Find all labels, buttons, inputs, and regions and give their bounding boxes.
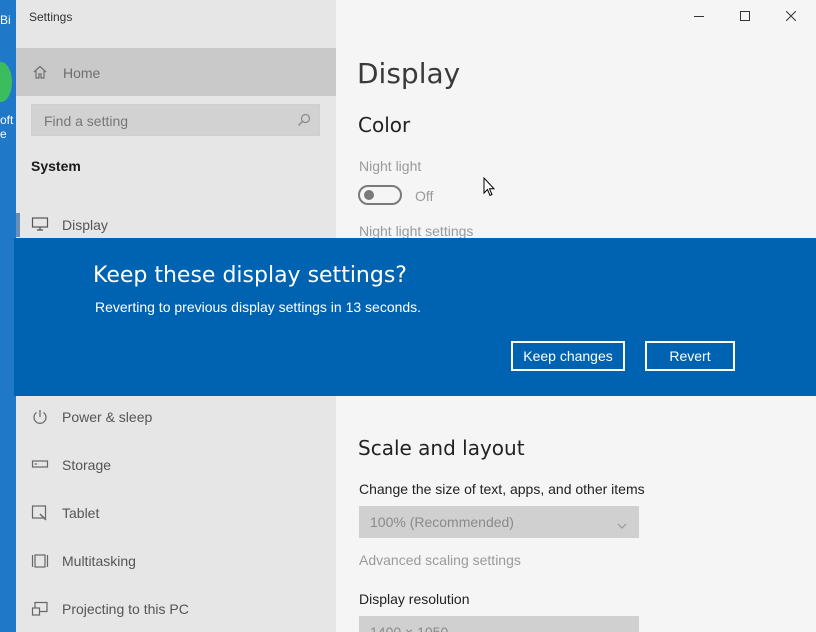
night-light-settings-link[interactable]: Night light settings xyxy=(359,223,473,239)
sidebar-item-storage[interactable]: Storage xyxy=(16,445,336,485)
desktop-app-icon[interactable] xyxy=(0,62,12,102)
sidebar-item-tablet[interactable]: Tablet xyxy=(16,493,336,533)
night-light-label: Night light xyxy=(359,158,422,174)
revert-button[interactable]: Revert xyxy=(645,341,735,371)
close-icon xyxy=(786,11,796,21)
tablet-icon xyxy=(31,504,49,527)
multitasking-icon xyxy=(31,552,49,575)
sidebar-section-title: System xyxy=(31,158,81,174)
dialog-title: Keep these display settings? xyxy=(93,263,407,288)
chevron-down-icon xyxy=(617,517,627,535)
title-bar[interactable]: Settings xyxy=(16,0,816,34)
desktop-icon-label: Bi xyxy=(0,13,11,27)
scale-value: 100% (Recommended) xyxy=(370,514,514,530)
dialog-message: Reverting to previous display settings i… xyxy=(95,299,422,315)
search-placeholder: Find a setting xyxy=(44,113,129,129)
resolution-label: Display resolution xyxy=(359,591,470,607)
sidebar-item-label: Multitasking xyxy=(62,553,136,569)
keep-changes-button[interactable]: Keep changes xyxy=(511,341,625,371)
sidebar-item-label: Tablet xyxy=(62,505,100,521)
advanced-scaling-link[interactable]: Advanced scaling settings xyxy=(359,552,521,568)
mouse-pointer-icon xyxy=(483,176,496,202)
sidebar-item-label: Projecting to this PC xyxy=(62,601,189,617)
search-icon[interactable] xyxy=(297,113,311,132)
desktop-icon-label: e xyxy=(0,127,7,141)
keep-settings-dialog: Keep these display settings? Reverting t… xyxy=(14,238,816,396)
scale-dropdown[interactable]: 100% (Recommended) xyxy=(359,506,639,538)
night-light-state: Off xyxy=(415,188,434,204)
storage-icon xyxy=(31,456,49,477)
sidebar-item-label: Power & sleep xyxy=(62,409,153,425)
sidebar-home[interactable]: Home xyxy=(16,48,336,96)
sidebar-item-label: Display xyxy=(62,217,108,233)
chevron-down-icon xyxy=(617,627,627,632)
window-title: Settings xyxy=(29,10,73,24)
scale-heading: Scale and layout xyxy=(358,436,525,460)
sidebar-item-projecting[interactable]: Projecting to this PC xyxy=(16,589,336,629)
projecting-icon xyxy=(31,600,49,623)
minimize-icon xyxy=(694,16,704,17)
sidebar-item-power-sleep[interactable]: Power & sleep xyxy=(16,397,336,437)
home-icon xyxy=(32,64,48,85)
toggle-knob xyxy=(364,190,374,200)
page-title: Display xyxy=(357,57,461,90)
monitor-icon xyxy=(31,216,49,237)
sidebar-home-label: Home xyxy=(63,65,101,81)
color-heading: Color xyxy=(358,113,411,137)
maximize-icon xyxy=(740,11,750,21)
maximize-button[interactable] xyxy=(722,0,768,32)
active-indicator xyxy=(16,213,20,237)
night-light-toggle[interactable] xyxy=(358,185,402,205)
resolution-value: 1400 × 1050 xyxy=(370,624,449,632)
sidebar-item-multitasking[interactable]: Multitasking xyxy=(16,541,336,581)
resolution-dropdown[interactable]: 1400 × 1050 xyxy=(359,616,639,632)
minimize-button[interactable] xyxy=(676,0,722,32)
desktop-icon-label: oft xyxy=(0,113,14,127)
search-input[interactable]: Find a setting xyxy=(31,104,320,136)
power-icon xyxy=(31,408,49,431)
close-button[interactable] xyxy=(768,0,814,32)
scale-label: Change the size of text, apps, and other… xyxy=(359,481,645,497)
sidebar-item-label: Storage xyxy=(62,457,112,473)
